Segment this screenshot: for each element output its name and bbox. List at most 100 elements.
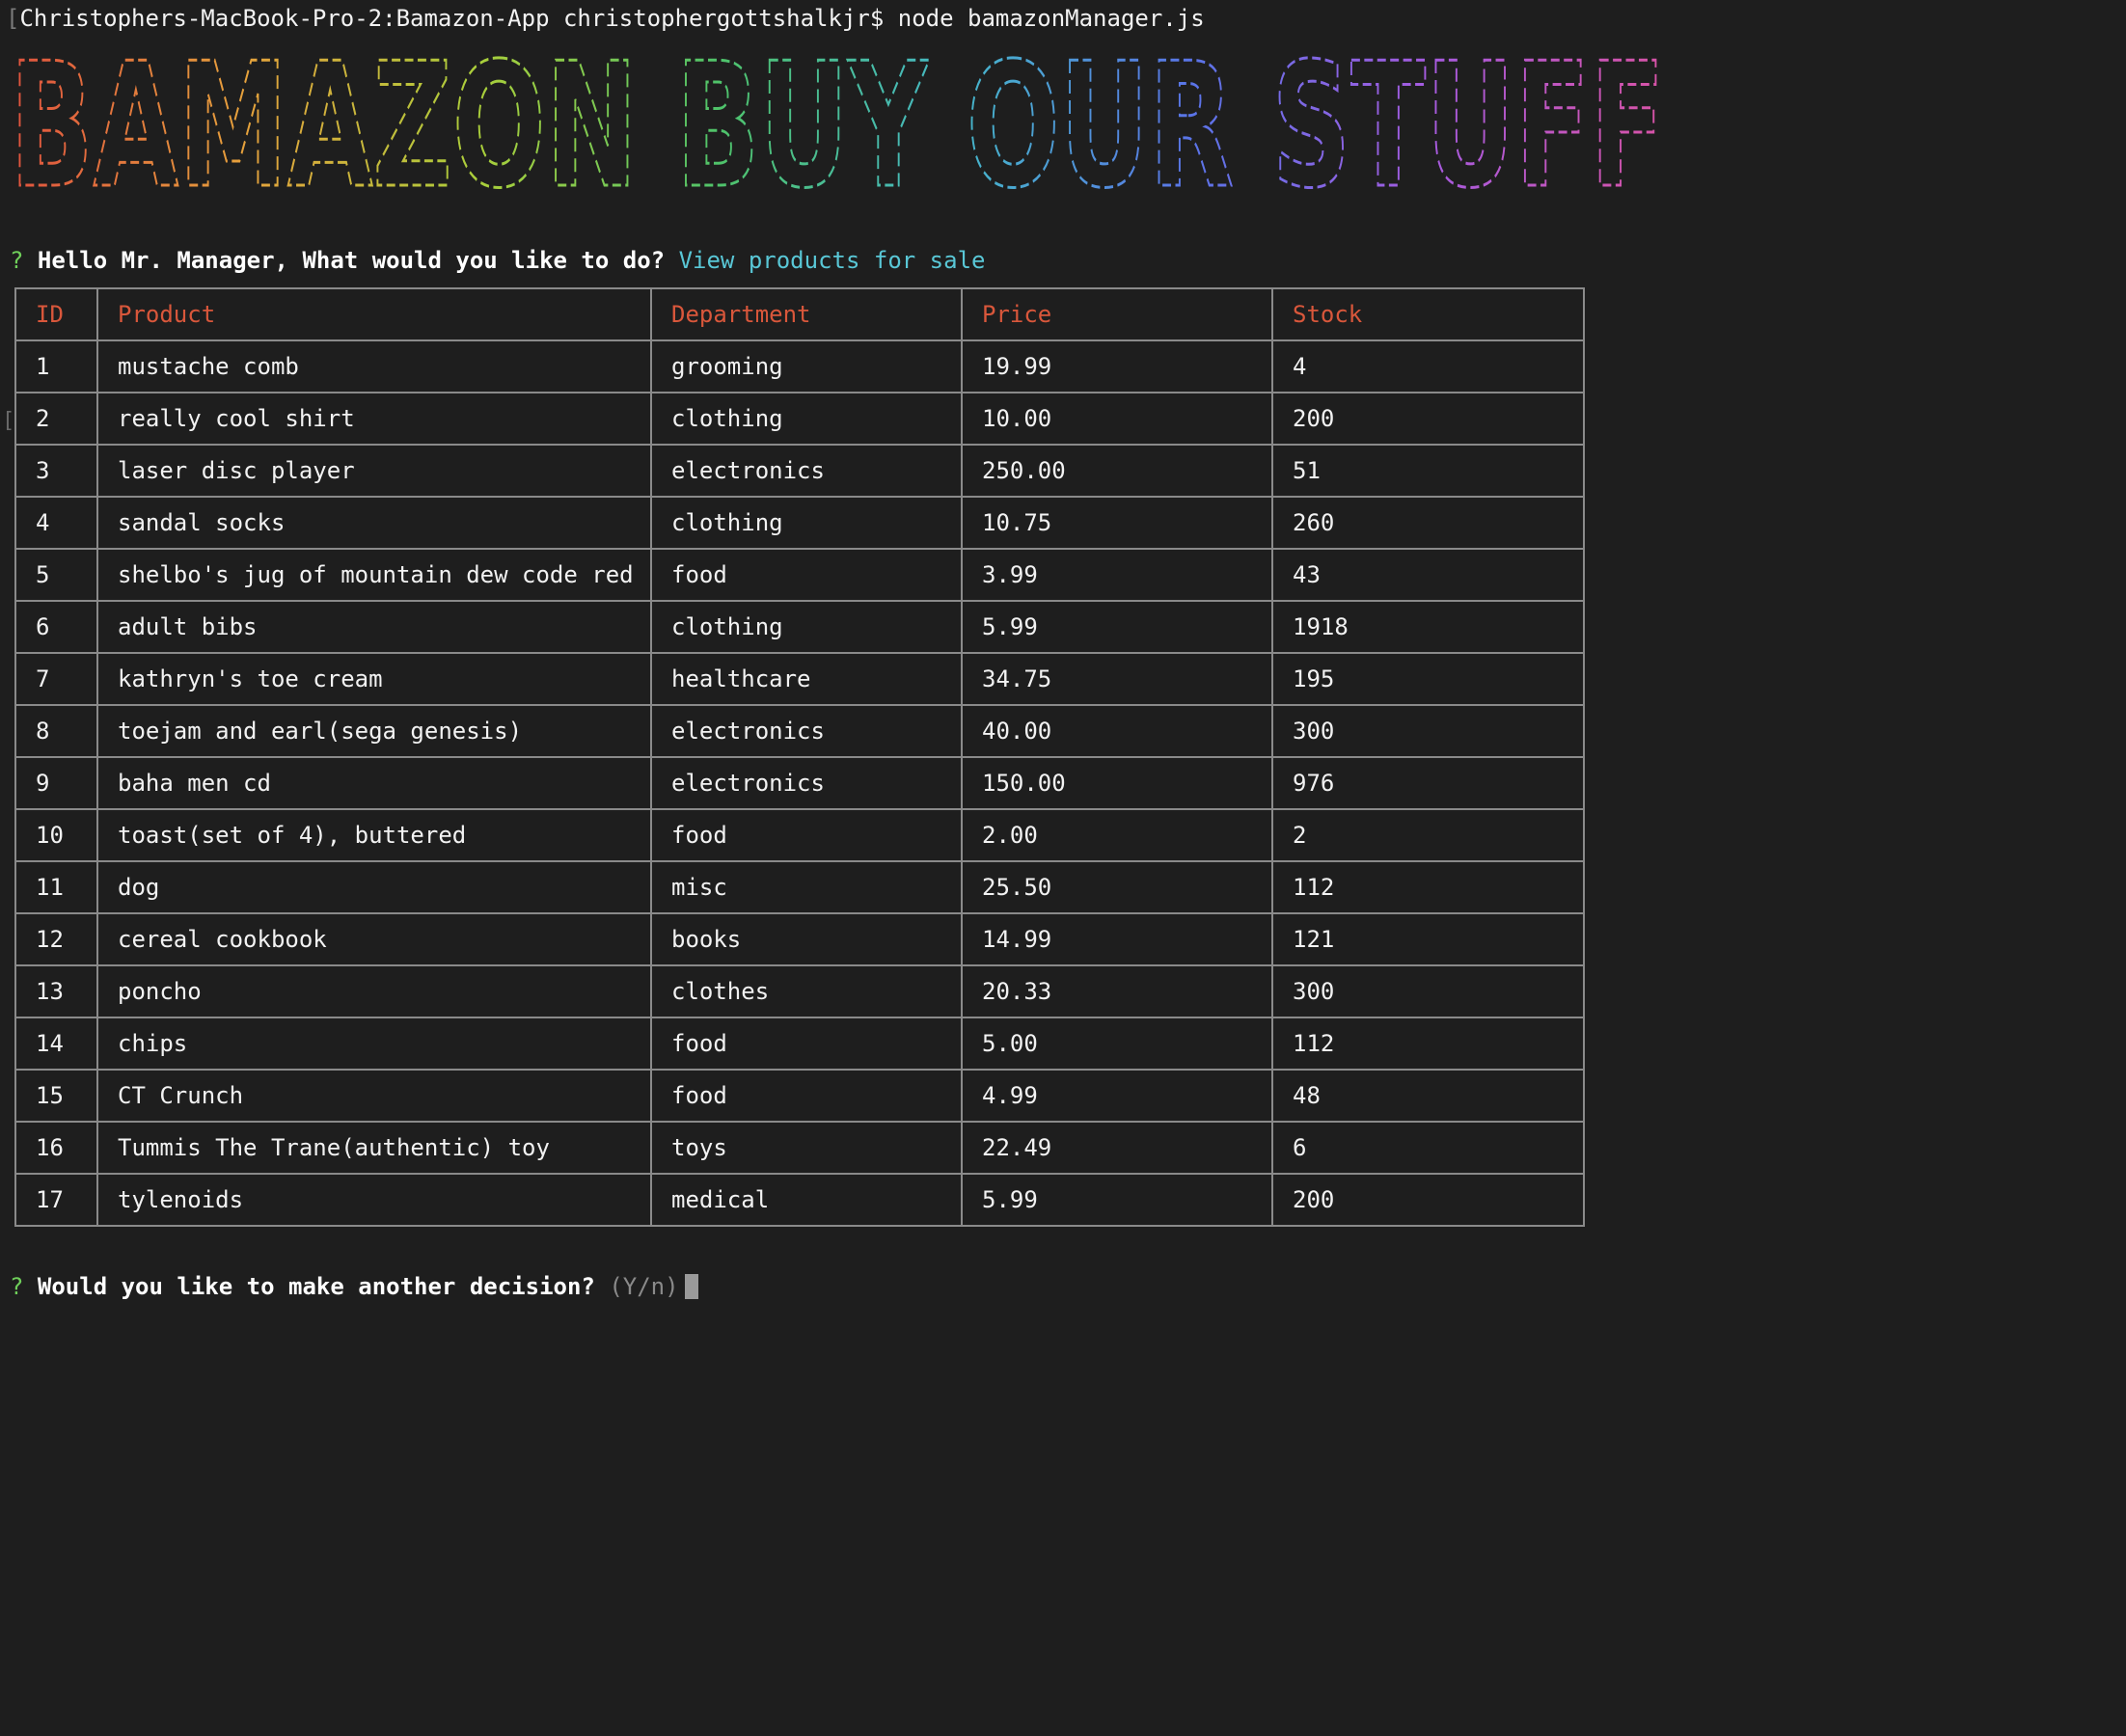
table-row: 17 tylenoids medical 5.99 200: [14, 1173, 1585, 1227]
table-row: 6 adult bibs clothing 5.99 1918: [14, 600, 1585, 654]
cell-department: food: [650, 548, 963, 602]
cell-stock: 112: [1271, 1017, 1585, 1071]
cell-stock: 4: [1271, 339, 1585, 393]
cell-id: 12: [14, 912, 98, 966]
cell-product: baha men cd: [96, 756, 652, 810]
cell-id: 4: [14, 496, 98, 550]
cell-price: 14.99: [961, 912, 1273, 966]
cell-department: electronics: [650, 444, 963, 498]
header-id: ID: [14, 287, 98, 341]
cell-product: kathryn's toe cream: [96, 652, 652, 706]
cell-product: CT Crunch: [96, 1069, 652, 1123]
cell-product: dog: [96, 860, 652, 914]
cell-price: 22.49: [961, 1121, 1273, 1175]
cell-product: Tummis The Trane(authentic) toy: [96, 1121, 652, 1175]
cell-price: 10.00: [961, 392, 1273, 446]
question-marker: ?: [10, 247, 24, 274]
cell-id: 10: [14, 808, 98, 862]
cell-id: 2: [14, 392, 98, 446]
cell-id: 1: [14, 339, 98, 393]
header-product: Product: [96, 287, 652, 341]
ascii-banner: BAMAZON BUY OUR STUFF: [10, 50, 1669, 197]
table-row: 11 dog misc 25.50 112: [14, 860, 1585, 914]
cell-product: shelbo's jug of mountain dew code red: [96, 548, 652, 602]
cell-product: adult bibs: [96, 600, 652, 654]
cell-department: grooming: [650, 339, 963, 393]
cell-price: 25.50: [961, 860, 1273, 914]
cell-product: toast(set of 4), buttered: [96, 808, 652, 862]
cell-price: 40.00: [961, 704, 1273, 758]
cell-department: clothing: [650, 496, 963, 550]
cell-price: 150.00: [961, 756, 1273, 810]
cell-stock: 48: [1271, 1069, 1585, 1123]
cell-id: 14: [14, 1017, 98, 1071]
cell-id: 7: [14, 652, 98, 706]
text-cursor[interactable]: [684, 1274, 698, 1299]
table-row: 9 baha men cd electronics 150.00 976: [14, 756, 1585, 810]
banner-text: BAMAZON BUY OUR STUFF: [10, 50, 1665, 197]
cell-id: 9: [14, 756, 98, 810]
cell-stock: 6: [1271, 1121, 1585, 1175]
table-row: 8 toejam and earl(sega genesis) electronic…: [14, 704, 1585, 758]
cell-stock: 43: [1271, 548, 1585, 602]
gutter-bracket: [: [2, 409, 15, 433]
header-department: Department: [650, 287, 963, 341]
table-row: 2 really cool shirt clothing 10.00 200: [14, 392, 1585, 446]
cell-product: cereal cookbook: [96, 912, 652, 966]
cell-price: 2.00: [961, 808, 1273, 862]
cell-department: misc: [650, 860, 963, 914]
prompt-question: Hello Mr. Manager, What would you like t…: [37, 247, 666, 274]
table-row: 5 shelbo's jug of mountain dew code red fo…: [14, 548, 1585, 602]
another-decision-prompt[interactable]: ? Would you like to make another decisio…: [10, 1271, 698, 1302]
cell-id: 11: [14, 860, 98, 914]
cell-stock: 121: [1271, 912, 1585, 966]
cell-stock: 976: [1271, 756, 1585, 810]
cell-department: healthcare: [650, 652, 963, 706]
table-row: 16 Tummis The Trane(authentic) toy toys 22.…: [14, 1121, 1585, 1175]
cell-product: sandal socks: [96, 496, 652, 550]
manager-menu-prompt: ? Hello Mr. Manager, What would you like…: [10, 245, 985, 276]
table-header-row: ID Product Department Price Stock: [14, 287, 1585, 341]
table-row: 10 toast(set of 4), buttered food 2.00 2: [14, 808, 1585, 862]
cell-product: chips: [96, 1017, 652, 1071]
cell-price: 10.75: [961, 496, 1273, 550]
cell-department: food: [650, 1017, 963, 1071]
cell-product: mustache comb: [96, 339, 652, 393]
cell-product: tylenoids: [96, 1173, 652, 1227]
table-row: 1 mustache comb grooming 19.99 4: [14, 339, 1585, 393]
cell-price: 20.33: [961, 964, 1273, 1018]
header-stock: Stock: [1271, 287, 1585, 341]
cell-department: medical: [650, 1173, 963, 1227]
header-price: Price: [961, 287, 1273, 341]
cell-id: 16: [14, 1121, 98, 1175]
cell-product: really cool shirt: [96, 392, 652, 446]
cell-department: clothing: [650, 600, 963, 654]
cell-price: 4.99: [961, 1069, 1273, 1123]
cell-price: 5.99: [961, 600, 1273, 654]
cell-department: food: [650, 1069, 963, 1123]
prompt-question: Would you like to make another decision?: [37, 1273, 595, 1300]
cell-price: 5.99: [961, 1173, 1273, 1227]
table-row: 7 kathryn's toe cream healthcare 34.75 195: [14, 652, 1585, 706]
terminal-window[interactable]: [ Christophers-MacBook-Pro-2:Bamazon-App …: [0, 0, 2126, 1736]
table-row: 12 cereal cookbook books 14.99 121: [14, 912, 1585, 966]
cell-price: 34.75: [961, 652, 1273, 706]
table-row: 3 laser disc player electronics 250.00 51: [14, 444, 1585, 498]
cell-stock: 260: [1271, 496, 1585, 550]
cell-stock: 1918: [1271, 600, 1585, 654]
cell-stock: 300: [1271, 704, 1585, 758]
cell-stock: 200: [1271, 392, 1585, 446]
cell-id: 3: [14, 444, 98, 498]
cell-department: books: [650, 912, 963, 966]
cell-product: toejam and earl(sega genesis): [96, 704, 652, 758]
cell-id: 17: [14, 1173, 98, 1227]
cell-product: poncho: [96, 964, 652, 1018]
cell-stock: 200: [1271, 1173, 1585, 1227]
shell-prompt-command: Christophers-MacBook-Pro-2:Bamazon-App c…: [19, 5, 1205, 32]
cell-stock: 195: [1271, 652, 1585, 706]
products-table: ID Product Department Price Stock 1 musta…: [14, 287, 1585, 1227]
cell-id: 15: [14, 1069, 98, 1123]
cell-price: 3.99: [961, 548, 1273, 602]
ascii-banner-art: BAMAZON BUY OUR STUFF: [10, 50, 1667, 197]
cell-id: 6: [14, 600, 98, 654]
